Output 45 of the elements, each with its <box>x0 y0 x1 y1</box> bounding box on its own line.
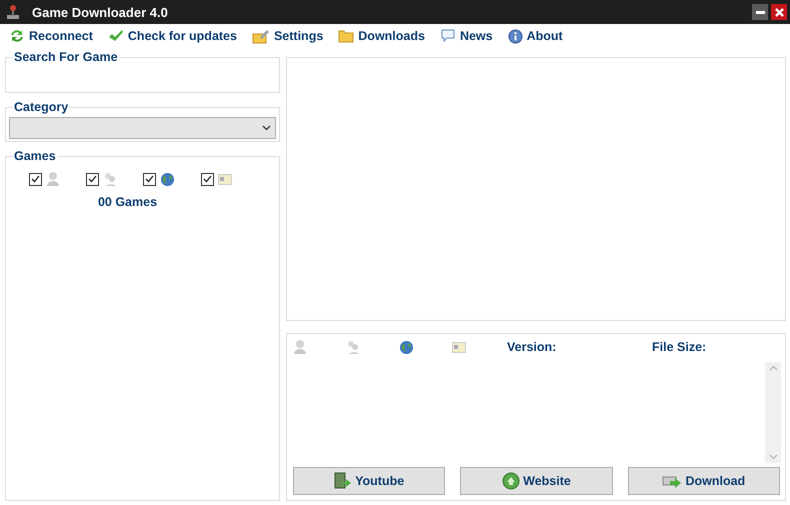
people-icon <box>346 339 360 355</box>
games-count: 00 Games <box>96 195 158 209</box>
info-icon <box>508 28 523 44</box>
group-label: Search For Game <box>13 50 119 64</box>
people-icon <box>103 171 117 187</box>
close-icon <box>774 8 784 16</box>
website-button[interactable]: Website <box>460 467 613 495</box>
film-icon <box>334 472 352 490</box>
close-button[interactable] <box>771 4 787 20</box>
folder-icon <box>338 29 354 43</box>
card-icon <box>452 342 466 352</box>
group-label: Games <box>13 149 57 163</box>
version-label: Version: <box>507 340 558 354</box>
globe-icon <box>502 472 520 490</box>
minimize-button[interactable] <box>752 4 768 20</box>
speech-bubble-icon <box>440 29 456 43</box>
checkbox[interactable] <box>86 172 99 186</box>
person-icon <box>46 171 60 187</box>
folder-wrench-icon <box>252 28 270 44</box>
scroll-up-icon <box>768 365 778 371</box>
checkbox[interactable] <box>201 172 214 186</box>
scrollbar[interactable] <box>765 362 781 463</box>
minimize-icon <box>756 10 764 14</box>
globe-icon <box>399 340 414 354</box>
window-title: Game Downloader 4.0 <box>32 4 168 20</box>
checkbox[interactable] <box>143 172 156 186</box>
card-icon <box>218 174 232 184</box>
globe-icon <box>160 172 175 186</box>
menu-item[interactable]: About <box>508 28 563 44</box>
checkbox[interactable] <box>29 172 42 186</box>
joystick-icon <box>6 4 20 20</box>
download-button[interactable]: Download <box>628 467 780 495</box>
checkmark-icon <box>108 28 124 44</box>
refresh-icon <box>9 28 25 44</box>
menu-item[interactable]: News <box>440 29 493 43</box>
menu-item[interactable]: Reconnect <box>9 28 93 44</box>
menu-item[interactable]: Settings <box>252 28 324 44</box>
youtube-button[interactable]: Youtube <box>293 467 446 495</box>
group-label: Category <box>13 100 70 114</box>
caret-icon <box>262 125 271 131</box>
file-size-label: File Size: <box>652 340 706 354</box>
menu-item[interactable]: Check for updates <box>108 28 237 44</box>
menu-item[interactable]: Downloads <box>338 29 425 43</box>
person-icon <box>293 339 307 355</box>
scroll-down-icon <box>768 454 778 460</box>
